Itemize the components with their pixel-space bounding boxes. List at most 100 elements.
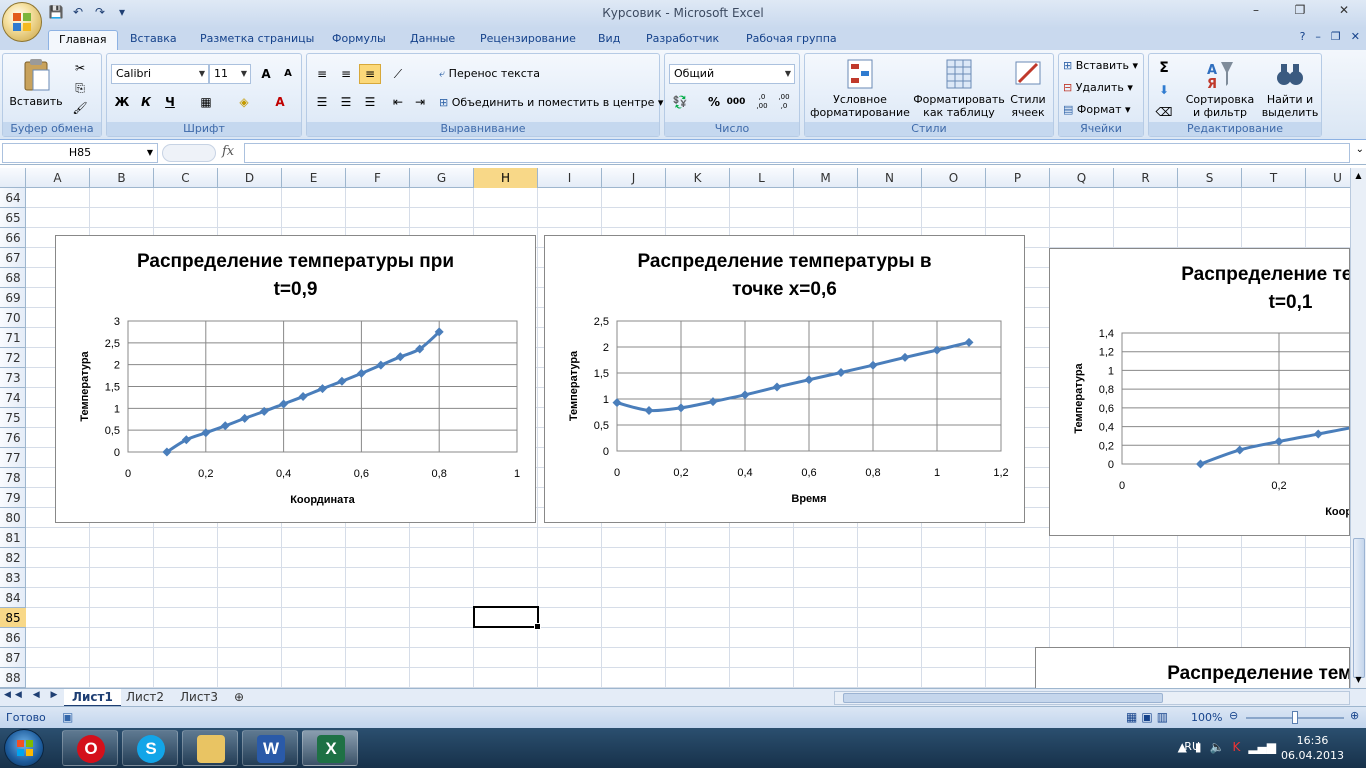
font-size-combo[interactable]: 11 ▼ [209, 64, 251, 84]
zoom-out-icon[interactable]: ⊖ [1229, 709, 1238, 722]
row-header-87[interactable]: 87 [0, 648, 26, 668]
column-header-C[interactable]: C [154, 168, 218, 188]
column-header-H[interactable]: H [474, 168, 538, 188]
tab-data[interactable]: Данные [400, 30, 465, 50]
horizontal-scroll-thumb[interactable] [843, 693, 1163, 703]
wrap-text-button[interactable]: ⤶ Перенос текста [439, 67, 540, 81]
column-header-M[interactable]: M [794, 168, 858, 188]
column-header-L[interactable]: L [730, 168, 794, 188]
sheet-tab-2[interactable]: Лист2 [118, 689, 172, 707]
expand-formula-bar-icon[interactable]: ⌄ [1356, 144, 1364, 155]
align-center-icon[interactable]: ☰ [335, 92, 357, 112]
thousands-button[interactable]: 000 [725, 92, 747, 112]
vertical-scroll-thumb[interactable] [1353, 538, 1365, 678]
system-clock[interactable]: 16:36 06.04.2013 [1281, 733, 1344, 763]
antivirus-icon[interactable]: K [1232, 740, 1240, 754]
column-header-F[interactable]: F [346, 168, 410, 188]
align-left-icon[interactable]: ☰ [311, 92, 333, 112]
font-color-icon[interactable]: A [269, 92, 291, 112]
bold-button[interactable]: Ж [111, 92, 133, 112]
column-header-K[interactable]: K [666, 168, 730, 188]
page-break-view-icon[interactable]: ▥ [1157, 710, 1168, 724]
align-top-icon[interactable]: ≡ [311, 64, 333, 84]
row-header-81[interactable]: 81 [0, 528, 26, 548]
fill-color-icon[interactable]: ◈ [233, 92, 255, 112]
column-header-R[interactable]: R [1114, 168, 1178, 188]
row-header-86[interactable]: 86 [0, 628, 26, 648]
format-as-table-button[interactable]: Форматировать как таблицу [913, 58, 1005, 119]
taskbar-excel[interactable]: X [302, 730, 358, 766]
taskbar-word[interactable]: W [242, 730, 298, 766]
tab-home[interactable]: Главная [48, 30, 118, 50]
merge-center-button[interactable]: ⊞ Объединить и поместить в центре ▾ [439, 96, 663, 109]
row-header-78[interactable]: 78 [0, 468, 26, 488]
grow-font-button[interactable]: A [255, 64, 277, 84]
volume-icon[interactable]: 🔈 [1209, 740, 1224, 754]
column-header-N[interactable]: N [858, 168, 922, 188]
orientation-icon[interactable]: ⟋ [387, 64, 409, 84]
align-right-icon[interactable]: ☰ [359, 92, 381, 112]
tab-view[interactable]: Вид [588, 30, 630, 50]
column-header-I[interactable]: I [538, 168, 602, 188]
office-button[interactable] [2, 2, 42, 42]
column-header-B[interactable]: B [90, 168, 154, 188]
italic-button[interactable]: К [135, 92, 157, 112]
minimize-button[interactable]: – [1234, 0, 1278, 20]
chart-temperature-t01[interactable]: Распределение темпер t=0,1 00,20,40,60,8… [1049, 248, 1350, 536]
row-header-84[interactable]: 84 [0, 588, 26, 608]
increase-indent-icon[interactable]: ⇥ [409, 92, 431, 112]
name-box[interactable]: H85 ▼ [2, 143, 158, 163]
scroll-up-icon[interactable]: ▲ [1351, 168, 1366, 184]
align-bottom-icon[interactable]: ≡ [359, 64, 381, 84]
row-header-70[interactable]: 70 [0, 308, 26, 328]
row-header-71[interactable]: 71 [0, 328, 26, 348]
doc-minimize-button[interactable]: – [1315, 30, 1321, 43]
column-header-J[interactable]: J [602, 168, 666, 188]
tab-developer[interactable]: Разработчик [636, 30, 729, 50]
cell-styles-button[interactable]: Стили ячеек [1005, 58, 1051, 119]
format-cells-button[interactable]: ▤ Формат ▾ [1063, 103, 1131, 116]
doc-close-button[interactable]: ✕ [1351, 30, 1360, 43]
column-header-A[interactable]: A [26, 168, 90, 188]
row-header-66[interactable]: 66 [0, 228, 26, 248]
formula-bar-splitter[interactable] [162, 144, 216, 162]
chart-temperature-t09[interactable]: Распределение температуры при t=0,9 0 0,5… [55, 235, 536, 523]
zoom-level[interactable]: 100% [1191, 711, 1222, 724]
tab-workgroup[interactable]: Рабочая группа [736, 30, 847, 50]
row-header-82[interactable]: 82 [0, 548, 26, 568]
font-name-combo[interactable]: Calibri ▼ [111, 64, 209, 84]
start-button[interactable] [4, 729, 44, 767]
underline-button[interactable]: Ч [159, 92, 181, 112]
align-middle-icon[interactable]: ≡ [335, 64, 357, 84]
column-header-G[interactable]: G [410, 168, 474, 188]
borders-icon[interactable]: ▦ [195, 92, 217, 112]
column-header-D[interactable]: D [218, 168, 282, 188]
doc-restore-button[interactable]: ❐ [1331, 30, 1341, 43]
shrink-font-button[interactable]: A [277, 64, 299, 84]
formula-input[interactable] [244, 143, 1350, 163]
row-header-76[interactable]: 76 [0, 428, 26, 448]
percent-button[interactable]: % [703, 92, 725, 112]
row-header-69[interactable]: 69 [0, 288, 26, 308]
insert-function-icon[interactable]: fx [222, 144, 234, 159]
zoom-slider[interactable] [1246, 711, 1344, 724]
column-header-O[interactable]: O [922, 168, 986, 188]
tab-formulas[interactable]: Формулы [322, 30, 396, 50]
autosum-button[interactable]: Σ [1153, 58, 1175, 78]
tab-insert[interactable]: Вставка [120, 30, 187, 50]
tab-page-layout[interactable]: Разметка страницы [190, 30, 324, 50]
zoom-in-icon[interactable]: ⊕ [1350, 709, 1359, 722]
taskbar-opera[interactable]: O [62, 730, 118, 766]
column-header-S[interactable]: S [1178, 168, 1242, 188]
page-layout-view-icon[interactable]: ▣ [1141, 710, 1152, 724]
paste-button[interactable]: Вставить [9, 58, 63, 108]
taskbar-skype[interactable]: S [122, 730, 178, 766]
cut-icon[interactable]: ✂ [69, 58, 91, 78]
row-header-77[interactable]: 77 [0, 448, 26, 468]
row-header-88[interactable]: 88 [0, 668, 26, 688]
conditional-format-button[interactable]: Условное форматирование [807, 58, 913, 119]
sort-filter-button[interactable]: AЯ Сортировка и фильтр [1185, 58, 1255, 119]
insert-cells-button[interactable]: ⊞ Вставить ▾ [1063, 59, 1138, 72]
decrease-indent-icon[interactable]: ⇤ [387, 92, 409, 112]
row-header-85[interactable]: 85 [0, 608, 26, 628]
